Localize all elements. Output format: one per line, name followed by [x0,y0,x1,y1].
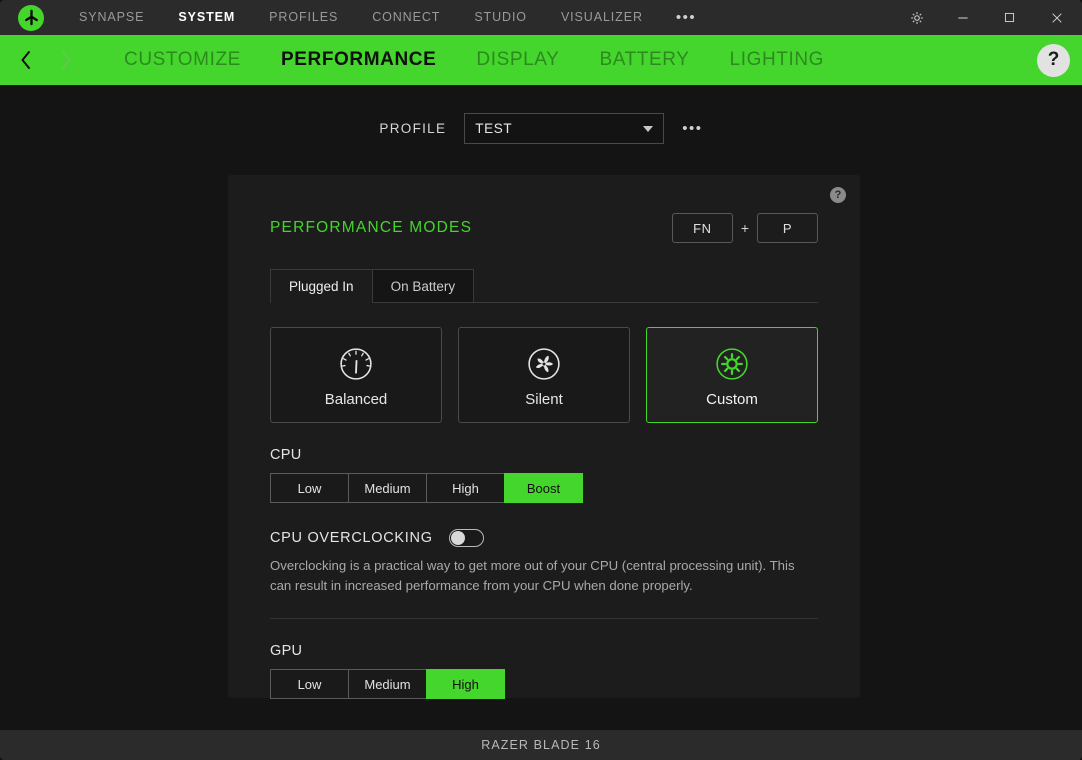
help-button[interactable]: ? [1037,43,1070,77]
section-nav-battery[interactable]: BATTERY [579,35,709,85]
window-controls [894,0,1082,35]
nav-back-button[interactable] [6,35,46,85]
shortcut-key-fn[interactable]: FN [671,213,733,243]
mode-card-balanced[interactable]: Balanced [270,327,442,423]
profile-selected-value: TEST [475,121,513,136]
mode-label-balanced: Balanced [324,390,388,408]
section-nav-performance[interactable]: PERFORMANCE [261,35,456,85]
nav-tab-visualizer[interactable]: VISUALIZER [544,0,660,35]
card-help-icon[interactable]: ? [830,187,846,203]
mode-label-silent: Silent [525,390,563,408]
card-title: PERFORMANCE MODES [270,219,473,236]
section-nav-bar: CUSTOMIZE PERFORMANCE DISPLAY BATTERY LI… [0,35,1082,85]
power-source-tabs: Plugged In On Battery [270,269,818,303]
razer-logo[interactable] [0,0,62,35]
page-content: PROFILE TEST ••• ? PERFORMANCE MODES FN … [0,85,1082,730]
nav-tab-studio[interactable]: STUDIO [457,0,544,35]
cpu-option-medium[interactable]: Medium [348,473,427,503]
gpu-option-medium[interactable]: Medium [348,669,427,700]
tab-plugged-in[interactable]: Plugged In [270,269,373,303]
device-name: RAZER BLADE 16 [481,738,601,752]
nav-forward-button[interactable] [46,35,86,85]
minimize-icon[interactable] [940,0,986,35]
performance-modes-card: ? PERFORMANCE MODES FN + P Plugged In On… [228,175,860,700]
main-nav-tabs: SYNAPSE SYSTEM PROFILES CONNECT STUDIO V… [62,0,712,35]
gear-circle-icon [711,343,753,385]
card-header: PERFORMANCE MODES FN + P [270,213,818,243]
close-icon[interactable] [1032,0,1082,35]
shortcut-keys: FN + P [671,213,818,243]
cpu-option-high[interactable]: High [426,473,505,503]
cpu-option-low[interactable]: Low [270,473,349,503]
mode-label-custom: Custom [706,390,758,408]
status-bar: RAZER BLADE 16 [0,730,1082,760]
cpu-option-boost[interactable]: Boost [504,473,583,503]
section-nav-customize[interactable]: CUSTOMIZE [104,35,261,85]
shortcut-key-p[interactable]: P [757,213,818,243]
mode-card-custom[interactable]: Custom [646,327,818,423]
gpu-section-title: GPU [270,643,303,660]
shortcut-plus: + [740,220,749,236]
nav-tab-connect[interactable]: CONNECT [355,0,457,35]
cpu-overclocking-title: CPU OVERCLOCKING [270,530,433,546]
gpu-performance-segmented: Low Medium High [270,669,818,700]
toggle-knob [450,531,465,545]
section-nav-display[interactable]: DISPLAY [456,35,579,85]
title-bar: SYNAPSE SYSTEM PROFILES CONNECT STUDIO V… [0,0,1082,35]
section-nav-lighting[interactable]: LIGHTING [710,35,845,85]
chevron-right-icon [62,51,71,69]
profile-more-button[interactable]: ••• [682,120,702,137]
profile-select[interactable]: TEST [464,113,665,144]
gauge-icon [335,343,377,385]
maximize-icon[interactable] [986,0,1032,35]
mode-card-silent[interactable]: Silent [458,327,630,423]
fan-icon [523,343,565,385]
chevron-left-icon [21,51,30,69]
razer-logo-icon [18,4,44,31]
tab-on-battery[interactable]: On Battery [371,269,475,302]
chevron-down-icon [643,125,654,132]
section-nav-items: CUSTOMIZE PERFORMANCE DISPLAY BATTERY LI… [104,35,844,85]
profile-label: PROFILE [379,121,447,136]
cpu-overclocking-row: CPU OVERCLOCKING [270,529,818,547]
section-divider [270,618,818,620]
cpu-section-title: CPU [270,447,302,463]
settings-gear-icon[interactable] [894,0,940,35]
performance-mode-list: Balanced Silent Custom [270,327,818,423]
gpu-option-high[interactable]: High [426,669,505,700]
nav-tab-system[interactable]: SYSTEM [161,0,252,35]
nav-tab-synapse[interactable]: SYNAPSE [62,0,161,35]
cpu-overclocking-toggle[interactable] [448,529,484,547]
nav-tab-profiles[interactable]: PROFILES [252,0,355,35]
gpu-option-low[interactable]: Low [270,669,349,700]
cpu-performance-segmented: Low Medium High Boost [270,473,818,503]
profile-row: PROFILE TEST ••• [0,85,1082,144]
cpu-overclocking-description: Overclocking is a practical way to get m… [270,558,795,594]
nav-overflow-button[interactable]: ••• [660,0,712,35]
